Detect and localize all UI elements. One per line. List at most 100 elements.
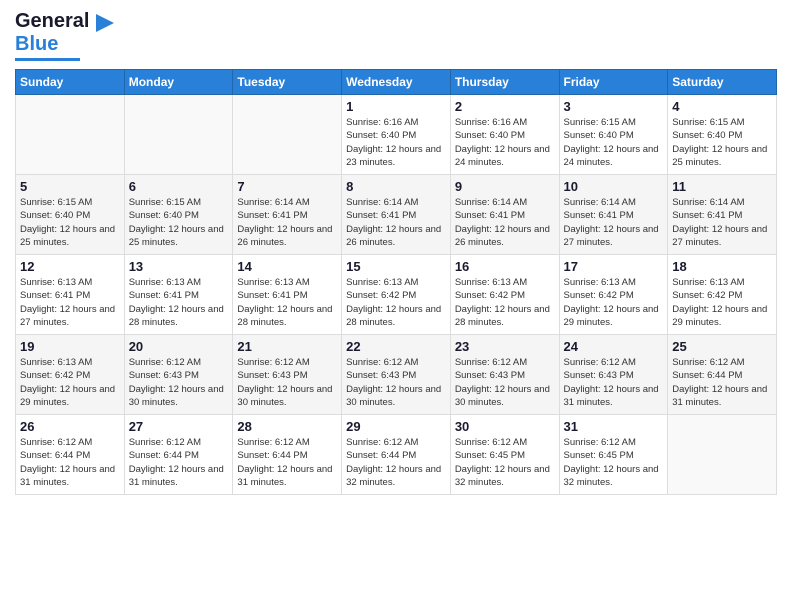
day-info: Sunrise: 6:13 AMSunset: 6:41 PMDaylight:… (20, 276, 120, 329)
day-number: 21 (237, 339, 337, 354)
day-number: 11 (672, 179, 772, 194)
day-number: 1 (346, 99, 446, 114)
day-number: 9 (455, 179, 555, 194)
day-info: Sunrise: 6:12 AMSunset: 6:45 PMDaylight:… (564, 436, 664, 489)
logo-underline (15, 58, 80, 61)
calendar-cell: 3 Sunrise: 6:15 AMSunset: 6:40 PMDaylight… (559, 95, 668, 175)
calendar-table: SundayMondayTuesdayWednesdayThursdayFrid… (15, 69, 777, 495)
day-info: Sunrise: 6:13 AMSunset: 6:42 PMDaylight:… (455, 276, 555, 329)
day-number: 20 (129, 339, 229, 354)
day-number: 22 (346, 339, 446, 354)
calendar-cell: 22 Sunrise: 6:12 AMSunset: 6:43 PMDayligh… (342, 335, 451, 415)
calendar-cell: 14Sunrise: 6:13 AMSunset: 6:41 PMDayligh… (233, 255, 342, 335)
column-header-wednesday: Wednesday (342, 70, 451, 95)
calendar-cell: 4Sunrise: 6:15 AMSunset: 6:40 PMDaylight… (668, 95, 777, 175)
column-header-monday: Monday (124, 70, 233, 95)
day-info: Sunrise: 6:12 AMSunset: 6:44 PMDaylight:… (672, 356, 772, 409)
day-number: 2 (455, 99, 555, 114)
calendar-cell: 11 Sunrise: 6:14 AMSunset: 6:41 PMDayligh… (668, 175, 777, 255)
calendar-cell: 13 Sunrise: 6:13 AMSunset: 6:41 PMDayligh… (124, 255, 233, 335)
day-info: Sunrise: 6:13 AMSunset: 6:42 PMDaylight:… (20, 356, 120, 409)
calendar-cell: 27 Sunrise: 6:12 AMSunset: 6:44 PMDayligh… (124, 415, 233, 495)
calendar-cell: 29Sunrise: 6:12 AMSunset: 6:44 PMDayligh… (342, 415, 451, 495)
calendar-cell: 23Sunrise: 6:12 AMSunset: 6:43 PMDayligh… (450, 335, 559, 415)
calendar-cell: 6Sunrise: 6:15 AMSunset: 6:40 PMDaylight… (124, 175, 233, 255)
day-number: 27 (129, 419, 229, 434)
day-number: 10 (564, 179, 664, 194)
day-info: Sunrise: 6:15 AMSunset: 6:40 PMDaylight:… (564, 116, 664, 169)
calendar-cell: 10 Sunrise: 6:14 AMSunset: 6:41 PMDayligh… (559, 175, 668, 255)
calendar-week-3: 12 Sunrise: 6:13 AMSunset: 6:41 PMDayligh… (16, 255, 777, 335)
calendar-cell (124, 95, 233, 175)
day-number: 25 (672, 339, 772, 354)
calendar-cell: 21 Sunrise: 6:12 AMSunset: 6:43 PMDayligh… (233, 335, 342, 415)
day-number: 6 (129, 179, 229, 194)
day-number: 30 (455, 419, 555, 434)
calendar-cell: 18 Sunrise: 6:13 AMSunset: 6:42 PMDayligh… (668, 255, 777, 335)
day-info: Sunrise: 6:12 AMSunset: 6:43 PMDaylight:… (237, 356, 337, 409)
calendar-cell: 8 Sunrise: 6:14 AMSunset: 6:41 PMDaylight… (342, 175, 451, 255)
day-number: 23 (455, 339, 555, 354)
calendar-cell: 15Sunrise: 6:13 AMSunset: 6:42 PMDayligh… (342, 255, 451, 335)
column-header-friday: Friday (559, 70, 668, 95)
column-header-thursday: Thursday (450, 70, 559, 95)
day-number: 31 (564, 419, 664, 434)
calendar-week-5: 26 Sunrise: 6:12 AMSunset: 6:44 PMDayligh… (16, 415, 777, 495)
day-info: Sunrise: 6:16 AMSunset: 6:40 PMDaylight:… (455, 116, 555, 169)
day-number: 26 (20, 419, 120, 434)
day-info: Sunrise: 6:12 AMSunset: 6:44 PMDaylight:… (20, 436, 120, 489)
day-number: 5 (20, 179, 120, 194)
calendar-week-1: 1 Sunrise: 6:16 AMSunset: 6:40 PMDaylight… (16, 95, 777, 175)
day-number: 24 (564, 339, 664, 354)
page-header: General Blue (15, 10, 777, 61)
day-number: 7 (237, 179, 337, 194)
day-info: Sunrise: 6:13 AMSunset: 6:42 PMDaylight:… (564, 276, 664, 329)
day-number: 12 (20, 259, 120, 274)
logo: General Blue (15, 10, 114, 61)
day-info: Sunrise: 6:14 AMSunset: 6:41 PMDaylight:… (672, 196, 772, 249)
day-info: Sunrise: 6:12 AMSunset: 6:43 PMDaylight:… (346, 356, 446, 409)
day-info: Sunrise: 6:15 AMSunset: 6:40 PMDaylight:… (672, 116, 772, 169)
day-info: Sunrise: 6:13 AMSunset: 6:41 PMDaylight:… (129, 276, 229, 329)
day-number: 16 (455, 259, 555, 274)
calendar-week-4: 19 Sunrise: 6:13 AMSunset: 6:42 PMDayligh… (16, 335, 777, 415)
calendar-cell: 1 Sunrise: 6:16 AMSunset: 6:40 PMDaylight… (342, 95, 451, 175)
calendar-cell: 2 Sunrise: 6:16 AMSunset: 6:40 PMDaylight… (450, 95, 559, 175)
day-info: Sunrise: 6:14 AMSunset: 6:41 PMDaylight:… (237, 196, 337, 249)
day-info: Sunrise: 6:13 AMSunset: 6:42 PMDaylight:… (346, 276, 446, 329)
day-number: 28 (237, 419, 337, 434)
day-info: Sunrise: 6:14 AMSunset: 6:41 PMDaylight:… (455, 196, 555, 249)
day-number: 3 (564, 99, 664, 114)
calendar-cell: 31 Sunrise: 6:12 AMSunset: 6:45 PMDayligh… (559, 415, 668, 495)
day-info: Sunrise: 6:16 AMSunset: 6:40 PMDaylight:… (346, 116, 446, 169)
day-info: Sunrise: 6:12 AMSunset: 6:44 PMDaylight:… (129, 436, 229, 489)
day-number: 19 (20, 339, 120, 354)
calendar-cell: 5Sunrise: 6:15 AMSunset: 6:40 PMDaylight… (16, 175, 125, 255)
calendar-cell: 7 Sunrise: 6:14 AMSunset: 6:41 PMDaylight… (233, 175, 342, 255)
day-number: 18 (672, 259, 772, 274)
calendar-cell: 24 Sunrise: 6:12 AMSunset: 6:43 PMDayligh… (559, 335, 668, 415)
calendar-cell: 28 Sunrise: 6:12 AMSunset: 6:44 PMDayligh… (233, 415, 342, 495)
logo-blue-text: Blue (15, 33, 58, 55)
day-info: Sunrise: 6:13 AMSunset: 6:42 PMDaylight:… (672, 276, 772, 329)
calendar-cell (233, 95, 342, 175)
day-info: Sunrise: 6:12 AMSunset: 6:44 PMDaylight:… (346, 436, 446, 489)
calendar-cell: 16 Sunrise: 6:13 AMSunset: 6:42 PMDayligh… (450, 255, 559, 335)
day-info: Sunrise: 6:12 AMSunset: 6:43 PMDaylight:… (564, 356, 664, 409)
calendar-week-2: 5Sunrise: 6:15 AMSunset: 6:40 PMDaylight… (16, 175, 777, 255)
calendar-cell (16, 95, 125, 175)
calendar-cell: 25 Sunrise: 6:12 AMSunset: 6:44 PMDayligh… (668, 335, 777, 415)
day-info: Sunrise: 6:14 AMSunset: 6:41 PMDaylight:… (564, 196, 664, 249)
calendar-cell: 12 Sunrise: 6:13 AMSunset: 6:41 PMDayligh… (16, 255, 125, 335)
logo-triangle-icon (96, 14, 114, 32)
calendar-cell: 19 Sunrise: 6:13 AMSunset: 6:42 PMDayligh… (16, 335, 125, 415)
day-number: 8 (346, 179, 446, 194)
day-number: 13 (129, 259, 229, 274)
day-info: Sunrise: 6:14 AMSunset: 6:41 PMDaylight:… (346, 196, 446, 249)
calendar-cell: 17Sunrise: 6:13 AMSunset: 6:42 PMDayligh… (559, 255, 668, 335)
logo-general-text: General (15, 10, 89, 32)
day-info: Sunrise: 6:12 AMSunset: 6:44 PMDaylight:… (237, 436, 337, 489)
day-info: Sunrise: 6:12 AMSunset: 6:43 PMDaylight:… (129, 356, 229, 409)
column-header-sunday: Sunday (16, 70, 125, 95)
calendar-cell (668, 415, 777, 495)
